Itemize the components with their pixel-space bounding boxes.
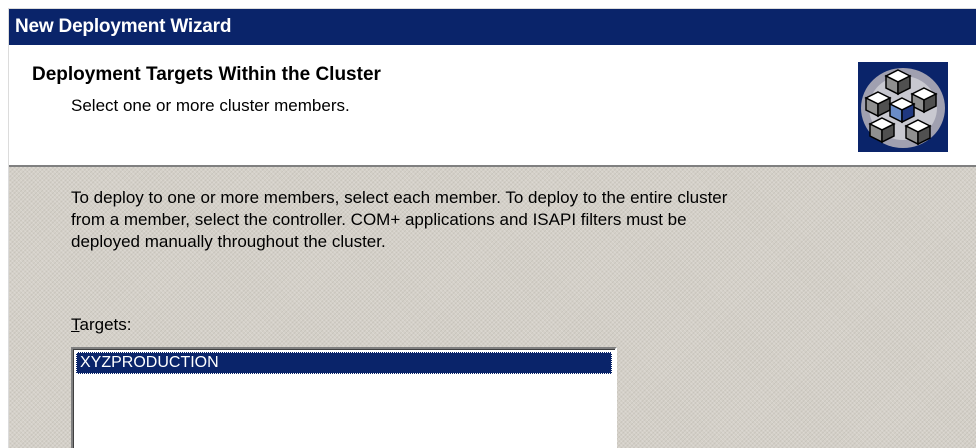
page-subtitle: Select one or more cluster members. xyxy=(71,96,350,115)
instructions-text: To deploy to one or more members, select… xyxy=(71,187,951,253)
targets-label: Targets: xyxy=(71,315,131,335)
wizard-body: To deploy to one or more members, select… xyxy=(9,167,976,448)
wizard-header: Deployment Targets Within the Cluster Se… xyxy=(9,45,976,167)
wizard-window: New Deployment Wizard Deployment Targets… xyxy=(8,8,976,448)
window-title: New Deployment Wizard xyxy=(15,16,232,37)
targets-label-accelerator: T xyxy=(71,315,80,334)
page-title: Deployment Targets Within the Cluster xyxy=(32,64,381,85)
instructions-line: deployed manually throughout the cluster… xyxy=(71,232,386,251)
cluster-cubes-icon xyxy=(858,62,948,152)
targets-label-text: argets: xyxy=(79,315,132,334)
title-bar[interactable]: New Deployment Wizard xyxy=(9,9,976,45)
instructions-line: from a member, select the controller. CO… xyxy=(71,210,687,229)
instructions-line: To deploy to one or more members, select… xyxy=(71,188,728,207)
list-item-xyzproduction[interactable]: XYZPRODUCTION xyxy=(76,352,612,374)
targets-listbox[interactable]: XYZPRODUCTION xyxy=(71,347,617,448)
